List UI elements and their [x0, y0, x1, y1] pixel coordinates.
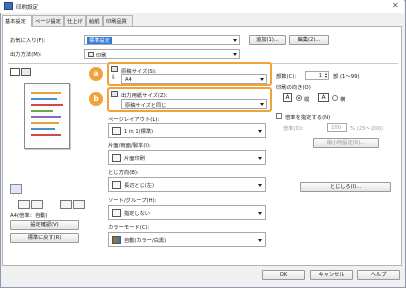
landscape-icon: A: [318, 93, 329, 102]
favorites-label: お気に入り(F):: [10, 38, 46, 44]
copies-label: 部数(C):: [276, 74, 297, 80]
chevron-down-icon: [258, 157, 262, 160]
chevron-down-icon: [260, 103, 264, 106]
sort-label: ソート/グループ(H):: [108, 198, 157, 204]
preview-line: [31, 128, 55, 130]
chevron-down-icon: [258, 130, 262, 133]
portrait-icon: A: [283, 93, 292, 102]
tab-basic-settings[interactable]: 基本設定: [2, 15, 32, 27]
single-sided-icon: [112, 154, 121, 162]
preview-line: [31, 122, 59, 124]
chevron-down-icon: [260, 78, 264, 81]
layout-label: ページレイアウト(L):: [108, 117, 160, 123]
cancel-button[interactable]: キャンセル: [310, 270, 353, 280]
gutter-button[interactable]: とじしろ(I)...: [300, 182, 391, 192]
zoom-checkbox[interactable]: [276, 113, 282, 119]
long-edge-binding-icon: [112, 181, 121, 189]
output-method-select[interactable]: 印刷: [84, 49, 240, 59]
manual-scaling-button[interactable]: 縮小時設定(R)...: [313, 138, 379, 148]
finishing-booklet-icon[interactable]: [73, 200, 85, 209]
preview-caption: A4(倍率：自動): [10, 213, 48, 219]
copies-value: 1: [318, 73, 322, 79]
tab-paper-source[interactable]: 給紙: [86, 15, 103, 26]
duplex-label: 片面/両面/製本(I):: [108, 143, 151, 149]
output-size-value: 原稿サイズと同じ: [125, 103, 167, 109]
edit-favorite-button[interactable]: 編集(2)...: [289, 35, 329, 45]
printer-icon: [88, 52, 94, 57]
portrait-radio[interactable]: [296, 95, 302, 101]
output-size-select[interactable]: 原稿サイズと同じ: [121, 99, 267, 109]
color-mode-label: カラーモード(C):: [108, 225, 150, 231]
landscape-label: 横: [340, 97, 346, 103]
confirm-settings-button[interactable]: 設定確認(V): [10, 220, 79, 230]
finishing-punch-icon[interactable]: [31, 200, 43, 209]
close-icon[interactable]: ✕: [392, 1, 399, 10]
spin-down-icon[interactable]: ▾: [325, 75, 327, 79]
zoom-ratio-label: 倍率(O):: [283, 126, 304, 132]
duplex-value: 片面印刷: [124, 156, 145, 162]
landscape-radio[interactable]: [332, 95, 338, 101]
preview-line: [31, 104, 63, 106]
printer-graphic-icon: [10, 184, 22, 194]
duplex-select[interactable]: 片面印刷: [108, 150, 266, 165]
add-favorite-button[interactable]: 追加(1)...: [249, 35, 286, 45]
output-size-label: 出力用紙サイズ(Z):: [121, 93, 168, 99]
zoom-ratio-value: 100: [331, 125, 341, 131]
chevron-down-icon: [258, 239, 262, 242]
preview-line: [31, 92, 61, 94]
sort-value: 指定しない: [124, 211, 150, 217]
preview-printer-icon[interactable]: [21, 68, 31, 76]
favorites-value: 標準設定: [87, 37, 112, 44]
orientation-label: 印刷の向き(O): [276, 85, 311, 91]
copies-input[interactable]: 1 ▴ ▾: [305, 71, 329, 80]
preview-line: [31, 116, 61, 118]
binding-label: とじ方向(B):: [108, 170, 139, 176]
color-mode-select[interactable]: 自動(カラー/白黒): [108, 232, 266, 247]
ok-button[interactable]: OK: [262, 270, 305, 280]
preview-line: [31, 110, 53, 112]
tab-print-quality[interactable]: 印刷品質: [103, 15, 133, 26]
title-bar: 印刷設定 ✕: [0, 0, 404, 13]
chevron-down-icon: [233, 53, 237, 56]
color-mode-icon: [112, 236, 121, 244]
binding-select[interactable]: 長辺とじ(左): [108, 177, 266, 192]
restore-defaults-button[interactable]: 標準に戻す(R): [10, 233, 79, 243]
zoom-label: 倍率を指定する(N): [285, 115, 331, 121]
zoom-ratio-input[interactable]: 100: [327, 123, 347, 132]
zoom-ratio-unit: % (25〜200): [350, 126, 383, 132]
chevron-down-icon: [233, 39, 237, 42]
printer-icon: [4, 2, 13, 10]
chevron-down-icon: [258, 184, 262, 187]
preview-line: [31, 134, 61, 136]
copies-unit: 部 (1〜99): [333, 74, 360, 80]
layout-value: 1 in 1(標準): [124, 129, 154, 135]
favorites-select[interactable]: 標準設定: [84, 35, 240, 45]
tab-page-settings[interactable]: ページ設定: [32, 15, 64, 26]
layout-1in1-icon: [112, 127, 121, 135]
window-title: 印刷設定: [16, 5, 39, 11]
portrait-label: 縦: [304, 97, 310, 103]
finishing-fold-icon[interactable]: [60, 200, 72, 209]
output-size-icon: [111, 91, 118, 97]
callout-badge-b: b: [89, 92, 103, 106]
sort-select[interactable]: 指定しない: [108, 205, 266, 220]
output-method-value: 印刷: [96, 53, 107, 59]
layout-select[interactable]: 1 in 1(標準): [108, 123, 266, 138]
preview-line: [31, 98, 57, 100]
color-mode-value: 自動(カラー/白黒): [124, 238, 167, 244]
chevron-down-icon: [258, 212, 262, 215]
output-method-label: 出力方法(M):: [10, 52, 42, 58]
callout-badge-a: a: [89, 67, 103, 81]
tab-finishing[interactable]: 仕上げ: [64, 15, 86, 26]
paper-size-icon: [111, 66, 118, 72]
arrow-down-icon: ⇩: [111, 74, 117, 81]
paper-size-value: A4: [125, 77, 132, 83]
page-preview: [24, 83, 70, 149]
help-button[interactable]: ヘルプ: [357, 270, 400, 280]
finishing-staple-icon[interactable]: [18, 200, 30, 209]
sort-off-icon: [112, 209, 121, 217]
paper-size-select[interactable]: A4: [121, 74, 267, 84]
preview-layout-icon[interactable]: [10, 68, 20, 76]
binding-value: 長辺とじ(左): [124, 183, 154, 189]
